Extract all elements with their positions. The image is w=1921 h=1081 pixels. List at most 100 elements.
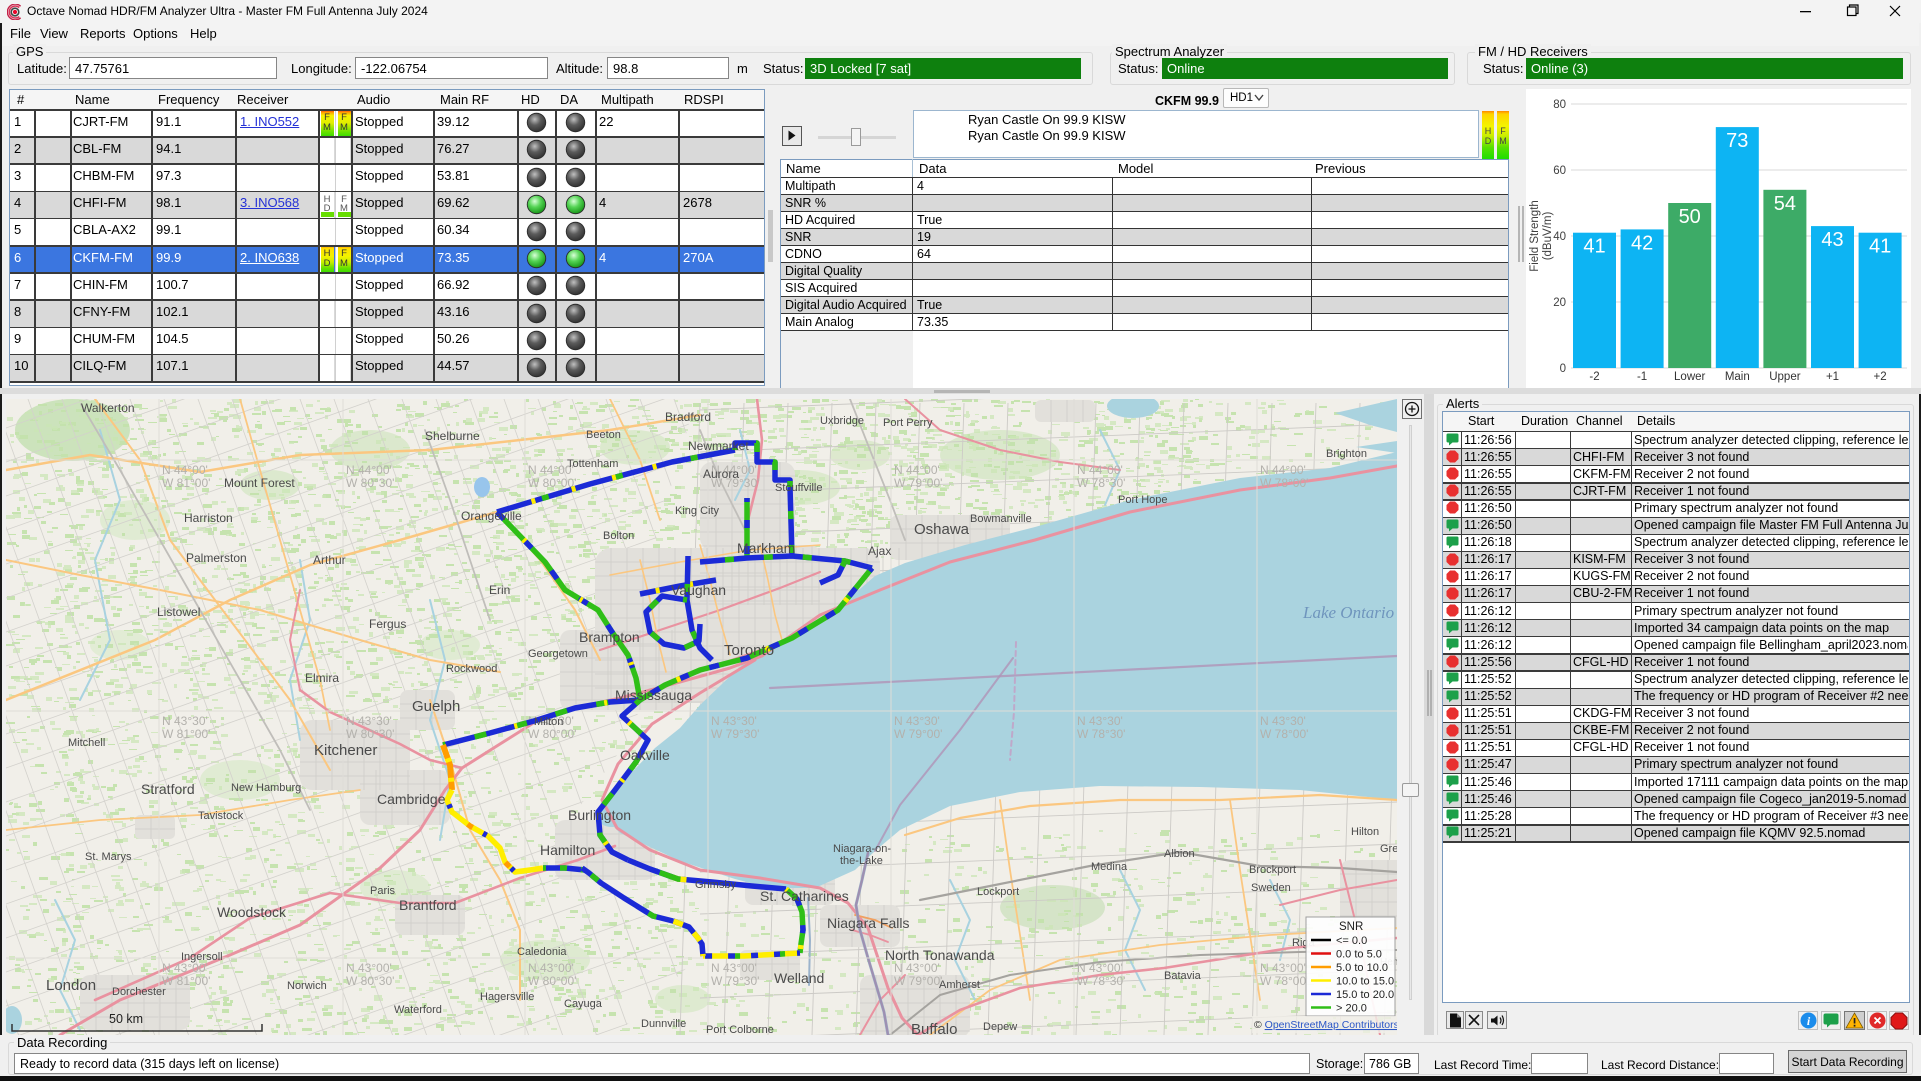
svg-text:> 20.0: > 20.0 xyxy=(1336,1003,1367,1015)
svg-text:Orangeville: Orangeville xyxy=(461,509,522,523)
svg-text:Sweden: Sweden xyxy=(1251,882,1291,894)
svg-text:50 km: 50 km xyxy=(109,1012,143,1026)
svg-text:Tottenham: Tottenham xyxy=(567,458,618,470)
svg-text:Hamilton: Hamilton xyxy=(540,842,595,858)
svg-text:N 43°30': N 43°30' xyxy=(1077,714,1123,728)
svg-text:60: 60 xyxy=(1553,165,1566,177)
svg-text:W 81°00': W 81°00' xyxy=(162,476,210,490)
svg-text:N 43°30': N 43°30' xyxy=(162,714,208,728)
svg-text:Hilton: Hilton xyxy=(1351,826,1379,838)
svg-text:W 79°00': W 79°00' xyxy=(894,476,942,490)
svg-text:Niagara Falls: Niagara Falls xyxy=(827,915,909,931)
svg-text:W 78°30': W 78°30' xyxy=(1077,476,1125,490)
svg-text:Brighton: Brighton xyxy=(1326,448,1367,460)
svg-text:W 81°00': W 81°00' xyxy=(162,727,210,741)
svg-text:Mitchell: Mitchell xyxy=(68,737,105,749)
svg-text:Burlington: Burlington xyxy=(568,807,631,823)
svg-text:N 44°00': N 44°00' xyxy=(1260,463,1306,477)
svg-text:5.0 to 10.0: 5.0 to 10.0 xyxy=(1336,962,1388,974)
svg-text:N 43°00': N 43°00' xyxy=(346,961,392,975)
svg-text:W 80°00': W 80°00' xyxy=(528,727,576,741)
svg-text:Bolton: Bolton xyxy=(603,530,634,542)
svg-text:Brampton: Brampton xyxy=(579,629,640,645)
svg-text:London: London xyxy=(46,977,96,994)
svg-text:40: 40 xyxy=(1553,231,1566,243)
svg-text:N 43°00': N 43°00' xyxy=(162,961,208,975)
svg-text:41: 41 xyxy=(1869,236,1891,258)
svg-text:Uxbridge: Uxbridge xyxy=(820,415,864,427)
svg-text:15.0 to 20.0: 15.0 to 20.0 xyxy=(1336,989,1394,1001)
svg-text:W 80°30': W 80°30' xyxy=(346,476,394,490)
svg-text:Dorchester: Dorchester xyxy=(112,986,166,998)
svg-text:Stratford: Stratford xyxy=(141,781,195,797)
svg-text:N 43°30': N 43°30' xyxy=(894,714,940,728)
svg-text:Stouffville: Stouffville xyxy=(775,482,823,494)
svg-text:N 43°30': N 43°30' xyxy=(1260,714,1306,728)
svg-text:W 79°00': W 79°00' xyxy=(894,727,942,741)
svg-text:W 79°00': W 79°00' xyxy=(894,974,942,988)
svg-text:Paris: Paris xyxy=(370,885,396,897)
svg-text:Medina: Medina xyxy=(1091,861,1128,873)
svg-text:Toronto: Toronto xyxy=(724,642,774,659)
svg-text:W 79°30': W 79°30' xyxy=(711,974,759,988)
svg-text:Albion: Albion xyxy=(1164,848,1195,860)
svg-text:New Hamburg: New Hamburg xyxy=(231,782,301,794)
svg-text:Port Hope: Port Hope xyxy=(1118,494,1168,506)
svg-text:N 43°00': N 43°00' xyxy=(1077,961,1123,975)
svg-text:W 78°30': W 78°30' xyxy=(1077,727,1125,741)
svg-text:Markham: Markham xyxy=(737,540,795,556)
svg-text:Cambridge: Cambridge xyxy=(377,791,446,807)
svg-text:Lake Ontario: Lake Ontario xyxy=(1302,603,1394,622)
svg-text:Arthur: Arthur xyxy=(313,553,346,567)
svg-text:Listowel: Listowel xyxy=(157,605,200,619)
svg-text:N 43°30': N 43°30' xyxy=(711,714,757,728)
svg-text:Ajax: Ajax xyxy=(868,544,891,558)
svg-text:Aurora: Aurora xyxy=(703,467,739,481)
svg-text:Beeton: Beeton xyxy=(586,429,621,441)
svg-text:W 80°00': W 80°00' xyxy=(528,974,576,988)
svg-text:Grimsby: Grimsby xyxy=(695,879,736,891)
svg-text:St. Catharines: St. Catharines xyxy=(760,888,849,904)
svg-text:W 81°00': W 81°00' xyxy=(162,974,210,988)
svg-text:Batavia: Batavia xyxy=(1164,970,1202,982)
svg-text:Brantford: Brantford xyxy=(399,897,457,913)
svg-text:Oakville: Oakville xyxy=(620,747,670,763)
svg-text:St. Marys: St. Marys xyxy=(85,851,132,863)
svg-text:W 80°30': W 80°30' xyxy=(346,974,394,988)
svg-text:Lower: Lower xyxy=(1674,371,1705,383)
svg-text:Shelburne: Shelburne xyxy=(425,429,480,443)
svg-text:N 44°00': N 44°00' xyxy=(162,463,208,477)
svg-text:Greece: Greece xyxy=(1380,843,1397,855)
svg-text:80: 80 xyxy=(1553,99,1566,111)
svg-text:41: 41 xyxy=(1583,236,1605,258)
svg-text:N 43°00': N 43°00' xyxy=(1260,961,1306,975)
svg-text:Dunnville: Dunnville xyxy=(641,1018,686,1030)
svg-text:50: 50 xyxy=(1679,206,1701,228)
svg-text:N 43°30': N 43°30' xyxy=(346,714,392,728)
svg-text:Kitchener: Kitchener xyxy=(314,742,377,759)
svg-text:Erin: Erin xyxy=(489,583,510,597)
svg-text:0.0 to 5.0: 0.0 to 5.0 xyxy=(1336,949,1382,961)
svg-text:N 43°00': N 43°00' xyxy=(528,961,574,975)
svg-text:W 78°00': W 78°00' xyxy=(1260,974,1308,988)
svg-text:W 78°30': W 78°30' xyxy=(1077,974,1125,988)
svg-text:Elmira: Elmira xyxy=(305,671,339,685)
svg-text:-2: -2 xyxy=(1589,371,1599,383)
svg-text:<= 0.0: <= 0.0 xyxy=(1336,935,1367,947)
svg-text:W 78°00': W 78°00' xyxy=(1260,476,1308,490)
svg-text:Lockport: Lockport xyxy=(977,886,1019,898)
svg-text:Port Perry: Port Perry xyxy=(883,417,933,429)
svg-text:43: 43 xyxy=(1821,229,1843,251)
svg-text:Port Colborne: Port Colborne xyxy=(706,1024,774,1035)
svg-text:Woodstock: Woodstock xyxy=(217,904,287,920)
svg-text:Cayuga: Cayuga xyxy=(564,998,603,1010)
svg-text:W 79°30': W 79°30' xyxy=(711,727,759,741)
svg-text:Milton: Milton xyxy=(534,716,563,728)
svg-text:Mississauga: Mississauga xyxy=(615,687,692,703)
svg-text:+1: +1 xyxy=(1826,371,1839,383)
svg-text:(dBuV/m): (dBuV/m) xyxy=(1542,212,1554,261)
svg-text:N 43°00': N 43°00' xyxy=(711,961,757,975)
svg-text:Tavistock: Tavistock xyxy=(198,810,244,822)
svg-text:Brockport: Brockport xyxy=(1249,864,1296,876)
svg-text:Guelph: Guelph xyxy=(412,698,460,715)
